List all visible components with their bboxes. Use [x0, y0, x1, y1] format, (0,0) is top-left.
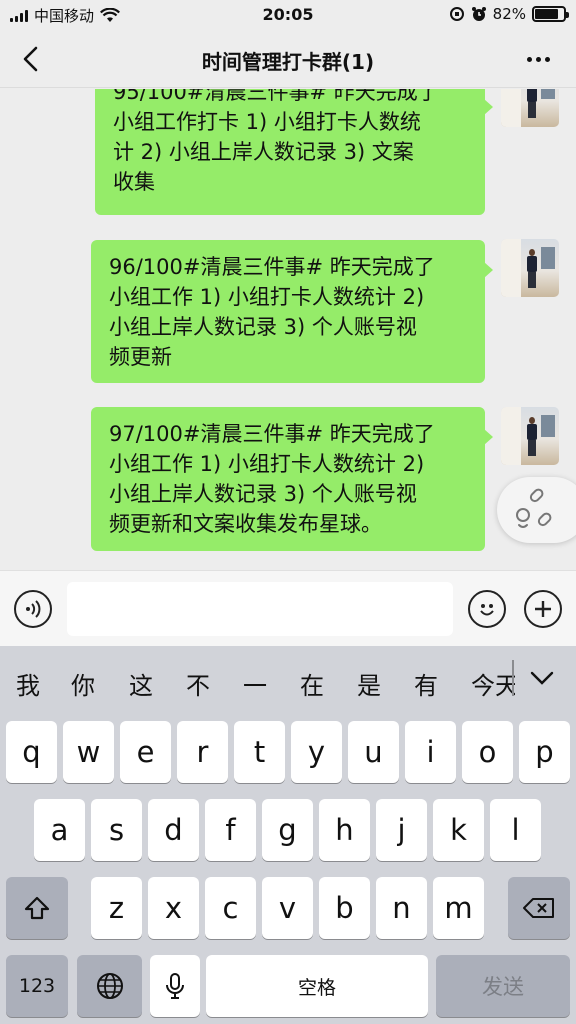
globe-icon — [96, 973, 123, 999]
key-k[interactable]: k — [433, 799, 484, 861]
keyboard: 我 你 这 不 一 在 是 有 今天 q w e r t y u i o p a… — [0, 646, 576, 1024]
key-o[interactable]: o — [462, 721, 513, 783]
key-z[interactable]: z — [91, 877, 142, 939]
message-line: 频更新 — [109, 345, 172, 369]
key-q[interactable]: q — [6, 721, 57, 783]
battery-icon — [532, 6, 569, 22]
candidate-word[interactable]: 不 — [186, 666, 210, 701]
emoji-button[interactable] — [468, 590, 506, 628]
message-line: 95/100#清晨三件事# 昨天完成了 — [113, 89, 439, 104]
key-e[interactable]: e — [120, 721, 171, 783]
backspace-key[interactable] — [508, 877, 570, 939]
message-line: 小组上岸人数记录 3) 个人账号视 — [109, 315, 417, 339]
message-line: 小组工作打卡 1) 小组打卡人数统 — [113, 110, 421, 134]
message-line: 97/100#清晨三件事# 昨天完成了 — [109, 422, 435, 446]
candidate-word[interactable]: 你 — [71, 666, 95, 701]
chevron-down-icon[interactable] — [528, 666, 556, 690]
status-right: 82% — [449, 5, 569, 23]
message-line: 小组工作 1) 小组打卡人数统计 2) — [109, 452, 425, 476]
candidate-word[interactable]: 今天 — [471, 666, 515, 701]
message-bubble[interactable]: 96/100#清晨三件事# 昨天完成了 小组工作 1) 小组打卡人数统计 2) … — [91, 240, 493, 383]
microphone-icon — [166, 973, 184, 999]
candidate-word[interactable]: 有 — [414, 666, 438, 701]
message-line: 96/100#清晨三件事# 昨天完成了 — [109, 255, 435, 279]
back-button[interactable] — [14, 42, 48, 76]
key-u[interactable]: u — [348, 721, 399, 783]
key-d[interactable]: d — [148, 799, 199, 861]
key-r[interactable]: r — [177, 721, 228, 783]
add-button[interactable] — [524, 590, 562, 628]
space-key[interactable]: 空格 — [206, 955, 428, 1017]
key-f[interactable]: f — [205, 799, 256, 861]
input-bar — [0, 570, 576, 646]
more-button[interactable] — [518, 44, 558, 74]
key-v[interactable]: v — [262, 877, 313, 939]
key-j[interactable]: j — [376, 799, 427, 861]
key-i[interactable]: i — [405, 721, 456, 783]
more-dots-icon — [526, 56, 532, 62]
chat-area[interactable]: 95/100#清晨三件事# 昨天完成了 小组工作打卡 1) 小组打卡人数统 计 … — [0, 89, 576, 570]
avatar[interactable] — [501, 239, 559, 297]
key-p[interactable]: p — [519, 721, 570, 783]
send-key[interactable]: 发送 — [436, 955, 570, 1017]
backspace-icon — [523, 898, 554, 918]
candidate-bar: 我 你 这 不 一 在 是 有 今天 — [0, 646, 576, 712]
message-line: 频更新和文案收集发布星球。 — [109, 512, 382, 536]
message-line: 小组工作 1) 小组打卡人数统计 2) — [109, 285, 425, 309]
chevron-left-icon — [23, 46, 38, 72]
message-line: 收集 — [113, 170, 155, 194]
key-a[interactable]: a — [34, 799, 85, 861]
nav-bar: 时间管理打卡群(1) — [0, 30, 576, 88]
voice-button[interactable] — [14, 590, 52, 628]
key-l[interactable]: l — [490, 799, 541, 861]
key-w[interactable]: w — [63, 721, 114, 783]
key-h[interactable]: h — [319, 799, 370, 861]
key-x[interactable]: x — [148, 877, 199, 939]
plus-icon — [535, 601, 551, 617]
message-bubble[interactable]: 95/100#清晨三件事# 昨天完成了 小组工作打卡 1) 小组打卡人数统 计 … — [95, 89, 493, 215]
key-y[interactable]: y — [291, 721, 342, 783]
orientation-lock-icon — [449, 7, 464, 21]
key-b[interactable]: b — [319, 877, 370, 939]
numbers-key[interactable]: 123 — [6, 955, 68, 1017]
avatar[interactable] — [501, 407, 559, 465]
candidate-word[interactable]: 我 — [16, 666, 40, 701]
candidate-word[interactable]: 在 — [300, 666, 324, 701]
candidate-word[interactable]: 一 — [243, 666, 267, 701]
emoji-icon — [480, 604, 494, 616]
candidate-word[interactable]: 这 — [129, 666, 153, 701]
avatar[interactable] — [501, 89, 559, 127]
candidate-divider — [512, 660, 514, 696]
chat-title: 时间管理打卡群(1) — [201, 50, 375, 74]
key-n[interactable]: n — [376, 877, 427, 939]
key-c[interactable]: c — [205, 877, 256, 939]
shift-key[interactable] — [6, 877, 68, 939]
key-t[interactable]: t — [234, 721, 285, 783]
alarm-icon — [471, 7, 486, 21]
key-g[interactable]: g — [262, 799, 313, 861]
message-line: 小组上岸人数记录 3) 个人账号视 — [109, 482, 417, 506]
key-s[interactable]: s — [91, 799, 142, 861]
microphone-key[interactable] — [150, 955, 200, 1017]
link-icon — [516, 488, 552, 528]
battery-percent: 82% — [492, 5, 526, 23]
key-m[interactable]: m — [433, 877, 484, 939]
shift-arrow-icon — [24, 896, 50, 920]
message-input[interactable] — [67, 582, 453, 636]
status-bar: 中国移动 20:05 82% — [0, 0, 576, 30]
globe-key[interactable] — [77, 955, 142, 1017]
message-line: 计 2) 小组上岸人数记录 3) 文案 — [113, 140, 414, 164]
battery-level — [535, 9, 558, 19]
candidate-word[interactable]: 是 — [357, 666, 381, 701]
floating-window-button[interactable] — [497, 477, 576, 543]
voice-icon — [26, 600, 41, 618]
message-bubble[interactable]: 97/100#清晨三件事# 昨天完成了 小组工作 1) 小组打卡人数统计 2) … — [91, 407, 493, 551]
